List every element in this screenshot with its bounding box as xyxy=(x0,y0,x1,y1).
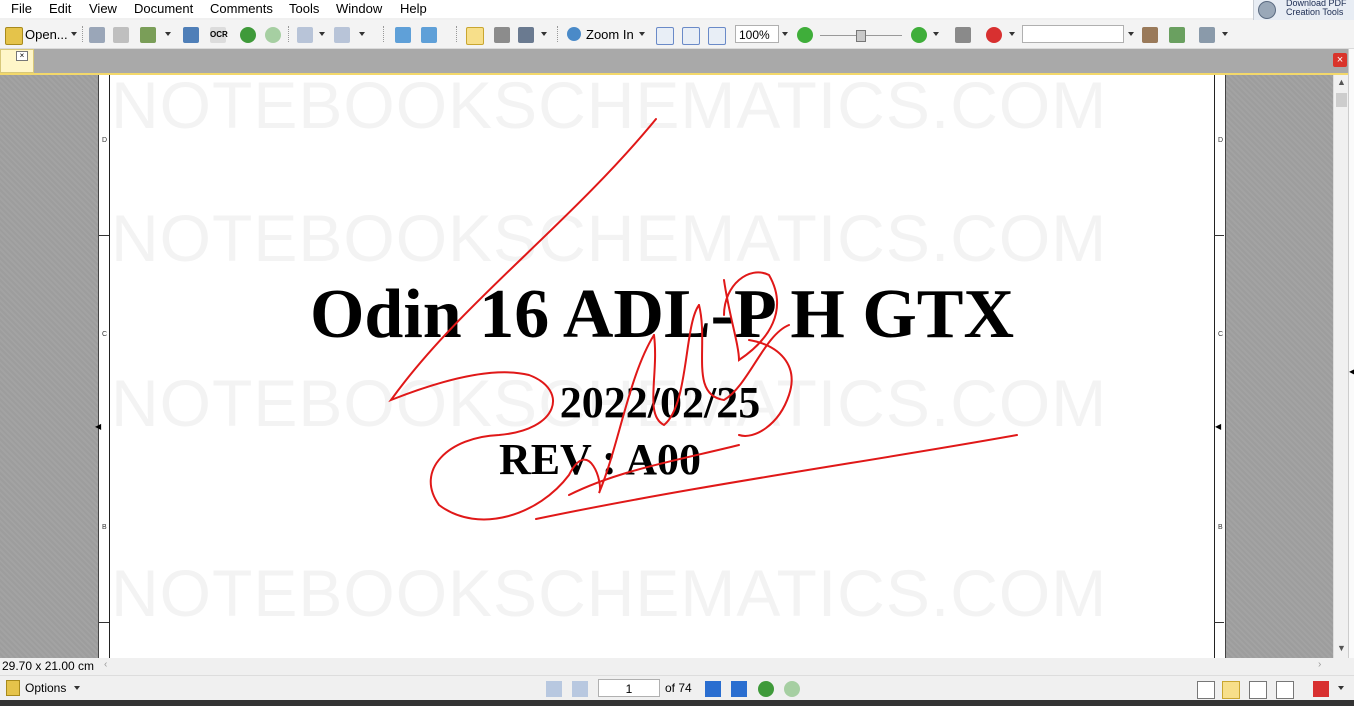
current-page-field[interactable]: 1 xyxy=(598,679,660,697)
zoom-level-field[interactable]: 100% xyxy=(735,25,779,43)
scrollbar-thumb[interactable] xyxy=(1336,93,1347,107)
pdf-icon[interactable] xyxy=(1313,681,1329,697)
undo-dropdown-arrow[interactable] xyxy=(319,32,325,36)
scan-icon[interactable] xyxy=(183,27,199,43)
menu-view[interactable]: View xyxy=(89,1,117,16)
continuous-facing-icon[interactable] xyxy=(1276,681,1294,699)
zoom-out-icon[interactable] xyxy=(797,27,813,43)
document-viewport[interactable]: D D C C B B ◀ ◀ NOTEBOOKSCHEMATICS.COM N… xyxy=(0,75,1333,658)
facing-pages-icon[interactable] xyxy=(1249,681,1267,699)
zoom-slider-handle[interactable] xyxy=(856,30,866,42)
redo-icon[interactable] xyxy=(334,27,350,43)
ask-dropdown-arrow[interactable] xyxy=(1009,32,1015,36)
side-panel-toggle[interactable]: ◀ xyxy=(1348,49,1354,658)
find-icon[interactable] xyxy=(1142,27,1158,43)
email-icon[interactable] xyxy=(140,27,156,43)
forward-icon[interactable] xyxy=(265,27,281,43)
save-icon[interactable] xyxy=(89,27,105,43)
main-toolbar: Open... OCR Zoom In 100% xyxy=(0,20,1354,49)
binoculars-icon[interactable] xyxy=(955,27,971,43)
menu-edit[interactable]: Edit xyxy=(49,1,71,16)
scroll-down-icon[interactable]: ▼ xyxy=(1337,643,1346,653)
print-icon[interactable] xyxy=(113,27,129,43)
taskbar-strip xyxy=(0,700,1354,706)
select-text-icon[interactable] xyxy=(518,27,534,43)
zoom-level-dropdown-arrow[interactable] xyxy=(782,32,788,36)
settings-dropdown-arrow[interactable] xyxy=(1222,32,1228,36)
scroll-right-icon[interactable]: › xyxy=(1318,659,1321,670)
tab-close-icon[interactable]: × xyxy=(16,51,28,61)
next-view-icon[interactable] xyxy=(784,681,800,697)
undo-icon[interactable] xyxy=(297,27,313,43)
actual-size-icon[interactable] xyxy=(656,27,674,45)
hand-tool-icon[interactable] xyxy=(466,27,484,45)
redo-dropdown-arrow[interactable] xyxy=(359,32,365,36)
zoom-plus-icon[interactable] xyxy=(911,27,927,43)
single-page-icon[interactable] xyxy=(1197,681,1215,699)
menu-window[interactable]: Window xyxy=(336,1,382,16)
menu-file[interactable]: File xyxy=(11,1,32,16)
snapshot-icon[interactable] xyxy=(494,27,510,43)
download-icon xyxy=(1258,1,1276,19)
settings-wand-icon[interactable] xyxy=(1199,27,1215,43)
options-button[interactable]: Options xyxy=(25,681,66,695)
search-input[interactable] xyxy=(1022,25,1124,43)
scroll-up-icon[interactable]: ▲ xyxy=(1337,77,1346,87)
email-dropdown-arrow[interactable] xyxy=(165,32,171,36)
pdf-dropdown-arrow[interactable] xyxy=(1338,686,1344,690)
rotate-right-icon[interactable] xyxy=(421,27,437,43)
close-document-icon[interactable]: × xyxy=(1333,53,1347,67)
status-bar: 29.70 x 21.00 cm ‹ › xyxy=(0,658,1354,674)
menu-comments[interactable]: Comments xyxy=(210,1,273,16)
find-next-icon[interactable] xyxy=(1169,27,1185,43)
navigation-bar: Options 1 of 74 xyxy=(0,675,1354,701)
document-tab-row: × × xyxy=(0,49,1354,75)
document-tab[interactable]: × xyxy=(0,49,34,73)
options-dropdown-arrow[interactable] xyxy=(74,686,80,690)
expand-panel-icon[interactable]: ◀ xyxy=(1349,367,1354,376)
open-dropdown-arrow[interactable] xyxy=(71,32,77,36)
menu-tools[interactable]: Tools xyxy=(289,1,319,16)
vertical-scrollbar[interactable]: ▲ ▼ xyxy=(1333,75,1349,658)
ask-icon[interactable] xyxy=(986,27,1002,43)
scroll-left-icon[interactable]: ‹ xyxy=(104,659,107,670)
select-dropdown-arrow[interactable] xyxy=(541,32,547,36)
fit-width-icon[interactable] xyxy=(708,27,726,45)
last-page-icon[interactable] xyxy=(731,681,747,697)
zoom-in-button[interactable]: Zoom In xyxy=(586,27,634,42)
rotate-left-icon[interactable] xyxy=(395,27,411,43)
menu-bar: File Edit View Document Comments Tools W… xyxy=(0,0,1354,20)
previous-page-icon[interactable] xyxy=(572,681,588,697)
zoom-plus-dropdown-arrow[interactable] xyxy=(933,32,939,36)
first-page-icon[interactable] xyxy=(546,681,562,697)
menu-help[interactable]: Help xyxy=(400,1,427,16)
search-dropdown-arrow[interactable] xyxy=(1128,32,1134,36)
download-pdf-tools-button[interactable]: Download PDF Creation Tools xyxy=(1253,0,1354,20)
fit-page-icon[interactable] xyxy=(682,27,700,45)
zoom-in-icon xyxy=(567,27,581,41)
page-count-label: of 74 xyxy=(665,681,692,695)
open-folder-icon xyxy=(5,27,23,45)
zoom-in-dropdown-arrow[interactable] xyxy=(639,32,645,36)
open-button[interactable]: Open... xyxy=(25,27,68,42)
handwritten-signature xyxy=(388,118,1018,521)
ocr-button[interactable]: OCR xyxy=(210,27,228,43)
previous-view-icon[interactable] xyxy=(758,681,774,697)
page-size-label: 29.70 x 21.00 cm xyxy=(2,659,95,673)
menu-document[interactable]: Document xyxy=(134,1,193,16)
continuous-page-icon[interactable] xyxy=(1222,681,1240,699)
options-icon xyxy=(6,680,20,696)
pdf-page: D D C C B B ◀ ◀ NOTEBOOKSCHEMATICS.COM N… xyxy=(95,75,1226,658)
next-page-icon[interactable] xyxy=(705,681,721,697)
download-label: Download PDF Creation Tools xyxy=(1286,0,1347,17)
back-icon[interactable] xyxy=(240,27,256,43)
